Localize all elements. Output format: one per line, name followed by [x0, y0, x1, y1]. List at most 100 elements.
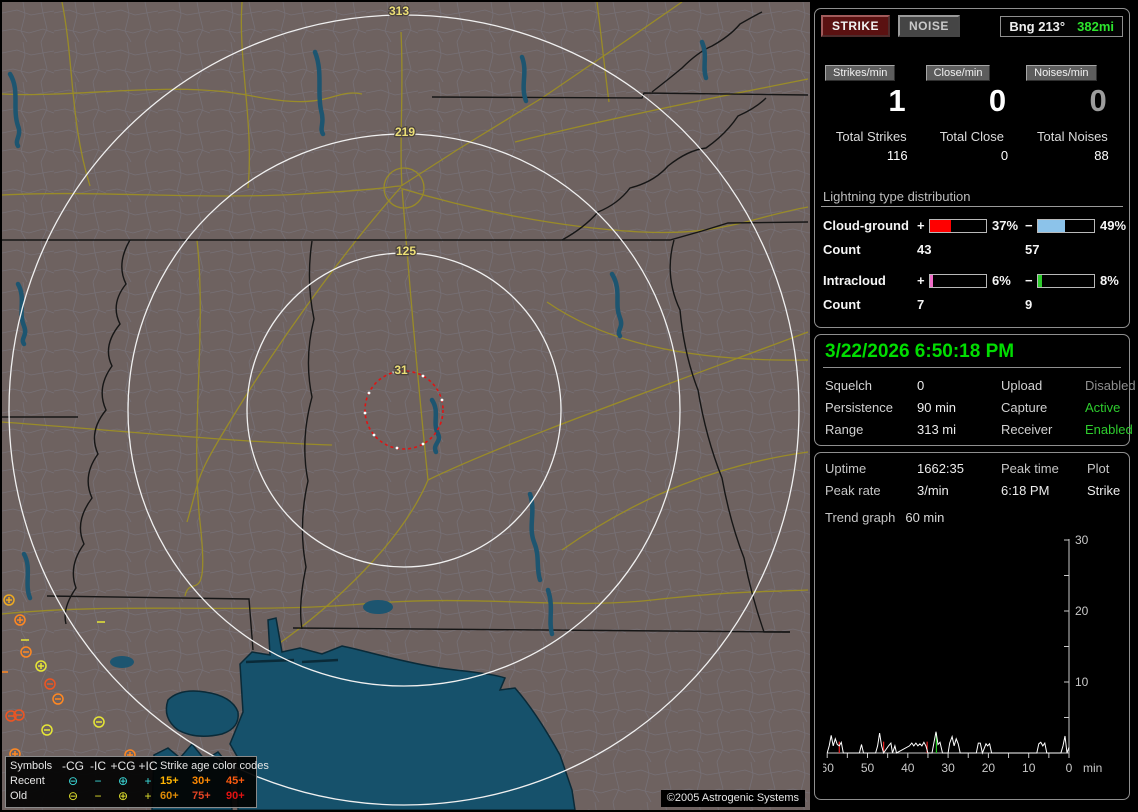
intracloud-counts: Count 7 9 — [821, 297, 1123, 312]
circle-minus-icon: ⊖ — [67, 789, 79, 803]
legend-col-ncg: -CG — [62, 759, 84, 773]
strike-toggle-button[interactable]: STRIKE — [821, 15, 891, 37]
status-panel: 3/22/2026 6:50:18 PM Squelch 0 Upload Di… — [814, 334, 1136, 446]
total-close-label: Total Close — [939, 129, 1004, 144]
minus-sign: − — [1025, 218, 1033, 233]
age-30: 30+ — [192, 775, 211, 787]
cg-plus-pct: 37% — [992, 218, 1019, 233]
circle-plus-icon: ⊕ — [117, 789, 129, 803]
count-label: Count — [823, 242, 861, 257]
noises-per-min-value: 0 — [1089, 83, 1107, 118]
age-45: 45+ — [226, 775, 245, 787]
noises-column: Noises/min 0 Total Noises 88 — [1022, 63, 1123, 163]
peak-time-value: 6:18 PM — [1001, 483, 1050, 498]
cloud-ground-label: Cloud-ground — [823, 218, 909, 233]
intracloud-row: Intracloud + 6% − 8% — [821, 273, 1123, 288]
noise-toggle-button[interactable]: NOISE — [898, 15, 960, 37]
bearing-value: Bng 213° — [1009, 18, 1066, 34]
ring-label-125: 125 — [396, 244, 416, 258]
uptime-label: Uptime — [825, 461, 867, 476]
total-noises-value: 88 — [1094, 148, 1109, 163]
close-column: Close/min 0 Total Close 0 — [922, 63, 1023, 163]
trend-x-tick: 60 — [823, 761, 834, 775]
distribution-title: Lightning type distribution — [821, 189, 1123, 207]
peak-rate-label: Peak rate — [825, 483, 881, 498]
total-strikes-value: 116 — [886, 148, 908, 163]
legend-col-pic: +IC — [138, 759, 158, 773]
trend-x-unit: min — [1083, 761, 1102, 775]
capture-label: Capture — [1001, 400, 1048, 415]
trend-y-tick: 10 — [1075, 675, 1089, 689]
datetime-display: 3/22/2026 6:50:18 PM — [823, 341, 1121, 368]
total-close-value: 0 — [1000, 148, 1009, 163]
trend-y-tick: 30 — [1075, 533, 1089, 547]
cg-minus-pct: 49% — [1100, 218, 1127, 233]
copyright-notice: ©2005 Astrogenic Systems — [660, 790, 805, 807]
noises-per-min-chip: Noises/min — [1026, 65, 1097, 81]
plus-sign: + — [917, 273, 925, 288]
trend-graph: 10 20 30 60 50 40 30 20 10 0 min — [823, 533, 1102, 775]
ic-minus-count: 9 — [1025, 297, 1033, 312]
age-75: 75+ — [192, 790, 211, 802]
minus-icon: − — [94, 789, 102, 803]
capture-status: Active — [1085, 400, 1121, 415]
range-value: 313 mi — [917, 422, 957, 437]
ring-label-219: 219 — [395, 125, 415, 139]
ic-minus-bar — [1037, 273, 1095, 288]
squelch-value: 0 — [917, 378, 925, 393]
rate-counters: Strikes/min 1 Total Strikes 116 Close/mi… — [821, 63, 1123, 163]
legend-recent-label: Recent — [10, 775, 45, 787]
legend-age-header: Strike age color codes — [160, 760, 269, 772]
stats-grid: Uptime 1662:35 Peak time Plot Peak rate … — [823, 461, 1121, 498]
plus-icon: + — [144, 774, 152, 788]
cg-minus-count: 57 — [1025, 242, 1040, 257]
cloud-ground-counts: Count 43 57 — [821, 242, 1123, 257]
trend-x-tick: 30 — [941, 761, 955, 775]
trend-graph-header: Trend graph 60 min — [823, 510, 1121, 525]
total-noises-label: Total Noises — [1037, 129, 1108, 144]
close-per-min-value: 0 — [988, 83, 1007, 118]
strikes-column: Strikes/min 1 Total Strikes 116 — [821, 63, 922, 163]
count-label: Count — [823, 297, 861, 312]
cg-plus-bar — [929, 218, 987, 233]
ic-plus-pct: 6% — [992, 273, 1011, 288]
age-90: 90+ — [226, 790, 245, 802]
trend-x-tick: 20 — [982, 761, 996, 775]
age-60: 60+ — [160, 790, 179, 802]
uptime-value: 1662:35 — [917, 461, 964, 476]
trend-line-strikes-per-min — [826, 731, 1070, 755]
map-canvas[interactable]: 313 219 125 31 — [2, 2, 810, 810]
plot-mode-value: Strike — [1087, 483, 1121, 498]
counters-panel: STRIKE NOISE Bng 213° 382mi Strikes/min … — [814, 8, 1130, 328]
legend-col-pcg: +CG — [110, 759, 136, 773]
stats-trend-panel: Uptime 1662:35 Peak time Plot Peak rate … — [814, 452, 1130, 800]
ic-minus-pct: 8% — [1100, 273, 1119, 288]
circle-minus-icon: ⊖ — [67, 774, 79, 788]
intracloud-label: Intracloud — [823, 273, 886, 288]
plus-sign: + — [917, 218, 925, 233]
cloud-ground-row: Cloud-ground + 37% − 49% — [821, 218, 1127, 233]
lightning-map[interactable]: 313 219 125 31 Symbols -CG -IC +CG +IC S… — [2, 2, 810, 810]
bearing-distance-readout: Bng 213° 382mi — [1000, 15, 1123, 37]
trend-x-tick: 40 — [901, 761, 915, 775]
trend-window-value: 60 min — [905, 510, 945, 525]
cg-minus-bar — [1037, 218, 1095, 233]
upload-label: Upload — [1001, 378, 1043, 393]
trend-y-tick: 20 — [1075, 604, 1089, 618]
age-15: 15+ — [160, 775, 179, 787]
legend-old-label: Old — [10, 790, 28, 802]
trend-x-tick: 50 — [861, 761, 875, 775]
peak-rate-value: 3/min — [917, 483, 949, 498]
status-grid: Squelch 0 Upload Disabled Persistence 90… — [823, 378, 1136, 437]
close-per-min-chip: Close/min — [925, 65, 991, 81]
trend-x-tick: 10 — [1022, 761, 1036, 775]
app-window: 313 219 125 31 Symbols -CG -IC +CG +IC S… — [0, 0, 1138, 812]
receiver-label: Receiver — [1001, 422, 1053, 437]
range-label: Range — [825, 422, 864, 437]
total-strikes-label: Total Strikes — [835, 129, 907, 144]
ring-label-31: 31 — [394, 363, 408, 377]
legend-symbols-header: Symbols — [10, 760, 53, 772]
circle-plus-icon: ⊕ — [117, 774, 129, 788]
cg-plus-count: 43 — [917, 242, 932, 257]
receiver-status: Enabled — [1085, 422, 1133, 437]
